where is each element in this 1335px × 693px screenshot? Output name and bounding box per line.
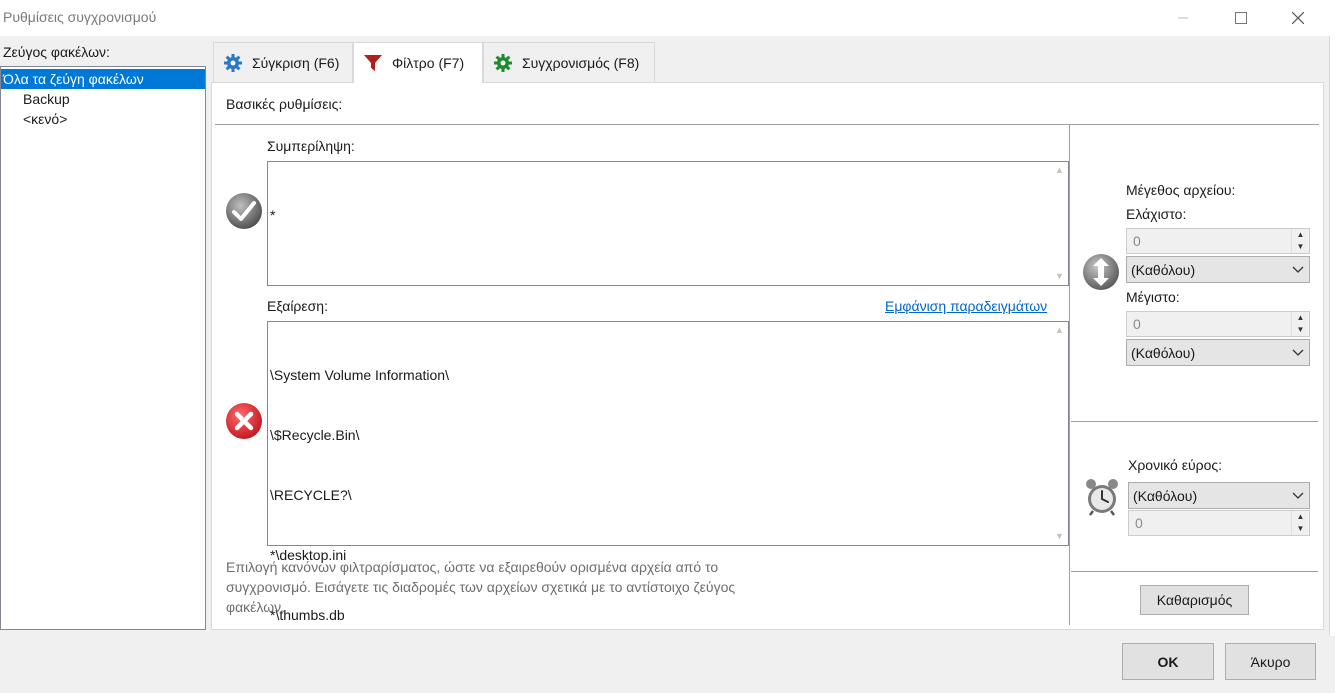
minimize-icon	[1178, 17, 1188, 19]
tab-sync-label: Συγχρονισμός (F8)	[522, 54, 640, 71]
tab-compare[interactable]: Σύγκριση (F6)	[213, 42, 353, 82]
file-size-label: Μέγεθος αρχείου:	[1126, 182, 1236, 198]
min-size-unit-value: (Καθόλου)	[1131, 262, 1196, 278]
maximize-button[interactable]	[1218, 0, 1264, 36]
cancel-button[interactable]: Άκυρο	[1225, 643, 1316, 680]
exclude-line: \RECYCLE?\	[270, 487, 352, 503]
sync-gear-icon	[492, 52, 514, 74]
divider	[215, 124, 1319, 125]
tab-filter-label: Φίλτρο (F7)	[392, 55, 465, 71]
exclude-line: \$Recycle.Bin\	[270, 427, 360, 443]
title-bar	[0, 0, 1335, 36]
time-span-spinner[interactable]: 0 ▲ ▼	[1128, 510, 1310, 536]
time-span-unit-value: (Καθόλου)	[1133, 488, 1198, 504]
max-size-unit-value: (Καθόλου)	[1131, 345, 1196, 361]
exclude-label: Εξαίρεση:	[267, 298, 328, 314]
divider	[1071, 571, 1318, 572]
folder-pairs-list[interactable]: Όλα τα ζεύγη φακέλων Backup <κενό>	[0, 66, 206, 630]
clear-button[interactable]: Καθαρισμός	[1140, 585, 1249, 615]
pair-item-backup[interactable]: Backup	[1, 89, 205, 109]
tab-sync[interactable]: Συγχρονισμός (F8)	[483, 42, 655, 82]
folder-pairs-label: Ζεύγος φακέλων:	[3, 44, 110, 60]
include-line: *	[270, 207, 276, 223]
right-edge	[1329, 36, 1335, 636]
spin-down-icon[interactable]: ▼	[1291, 324, 1309, 336]
filter-hint-text: Επιλογή κανόνων φιλτραρίσματος, ώστε να …	[226, 559, 736, 615]
ok-button[interactable]: OK	[1122, 643, 1214, 680]
exclude-line: \System Volume Information\	[270, 367, 449, 383]
divider	[1069, 125, 1070, 625]
funnel-icon	[362, 52, 384, 74]
chevron-down-icon	[1292, 492, 1304, 499]
pair-item-empty[interactable]: <κενό>	[1, 109, 205, 129]
divider	[1071, 421, 1318, 422]
include-scrollbar[interactable]: ▲ ▼	[1051, 162, 1068, 285]
exclude-scrollbar[interactable]: ▲ ▼	[1051, 322, 1068, 545]
pair-item-all[interactable]: Όλα τα ζεύγη φακέλων	[1, 69, 205, 89]
min-size-value: 0	[1133, 233, 1141, 249]
scroll-down-icon[interactable]: ▼	[1051, 268, 1068, 285]
close-button[interactable]	[1275, 0, 1321, 36]
max-size-unit-select[interactable]: (Καθόλου)	[1126, 339, 1310, 366]
size-updown-icon	[1081, 252, 1121, 295]
spin-up-icon[interactable]: ▲	[1291, 229, 1309, 241]
spin-down-icon[interactable]: ▼	[1291, 523, 1309, 535]
include-textarea[interactable]: * ▲ ▼	[267, 161, 1069, 286]
max-size-label: Μέγιστο:	[1126, 289, 1180, 305]
min-size-label: Ελάχιστο:	[1126, 206, 1187, 222]
minimize-button[interactable]	[1160, 0, 1206, 36]
window-title: Ρυθμίσεις συγχρονισμού	[3, 9, 157, 25]
scroll-down-icon[interactable]: ▼	[1051, 528, 1068, 545]
scroll-up-icon[interactable]: ▲	[1051, 162, 1068, 179]
min-size-spinner[interactable]: 0 ▲ ▼	[1126, 228, 1310, 254]
max-size-value: 0	[1133, 316, 1141, 332]
cross-icon	[224, 401, 264, 444]
exclude-textarea[interactable]: \System Volume Information\ \$Recycle.Bi…	[267, 321, 1069, 623]
spin-down-icon[interactable]: ▼	[1291, 241, 1309, 253]
show-examples-link[interactable]: Εμφάνιση παραδειγμάτων	[885, 298, 1047, 314]
tab-filter[interactable]: Φίλτρο (F7)	[353, 42, 483, 83]
time-span-select[interactable]: (Καθόλου)	[1128, 482, 1310, 509]
include-label: Συμπερίληψη:	[267, 138, 355, 154]
chevron-down-icon	[1292, 266, 1304, 273]
tab-compare-label: Σύγκριση (F6)	[252, 54, 340, 71]
close-icon	[1292, 12, 1304, 24]
maximize-icon	[1235, 12, 1247, 24]
spin-up-icon[interactable]: ▲	[1291, 511, 1309, 523]
gear-icon	[222, 52, 244, 74]
min-size-unit-select[interactable]: (Καθόλου)	[1126, 256, 1310, 283]
time-span-value: 0	[1135, 515, 1143, 531]
scroll-up-icon[interactable]: ▲	[1051, 322, 1068, 339]
checkmark-icon	[224, 191, 264, 234]
spin-up-icon[interactable]: ▲	[1291, 312, 1309, 324]
basic-settings-label: Βασικές ρυθμίσεις:	[226, 96, 343, 112]
time-span-label: Χρονικό εύρος:	[1128, 457, 1222, 473]
alarm-clock-icon	[1084, 477, 1120, 520]
max-size-spinner[interactable]: 0 ▲ ▼	[1126, 311, 1310, 337]
chevron-down-icon	[1292, 349, 1304, 356]
